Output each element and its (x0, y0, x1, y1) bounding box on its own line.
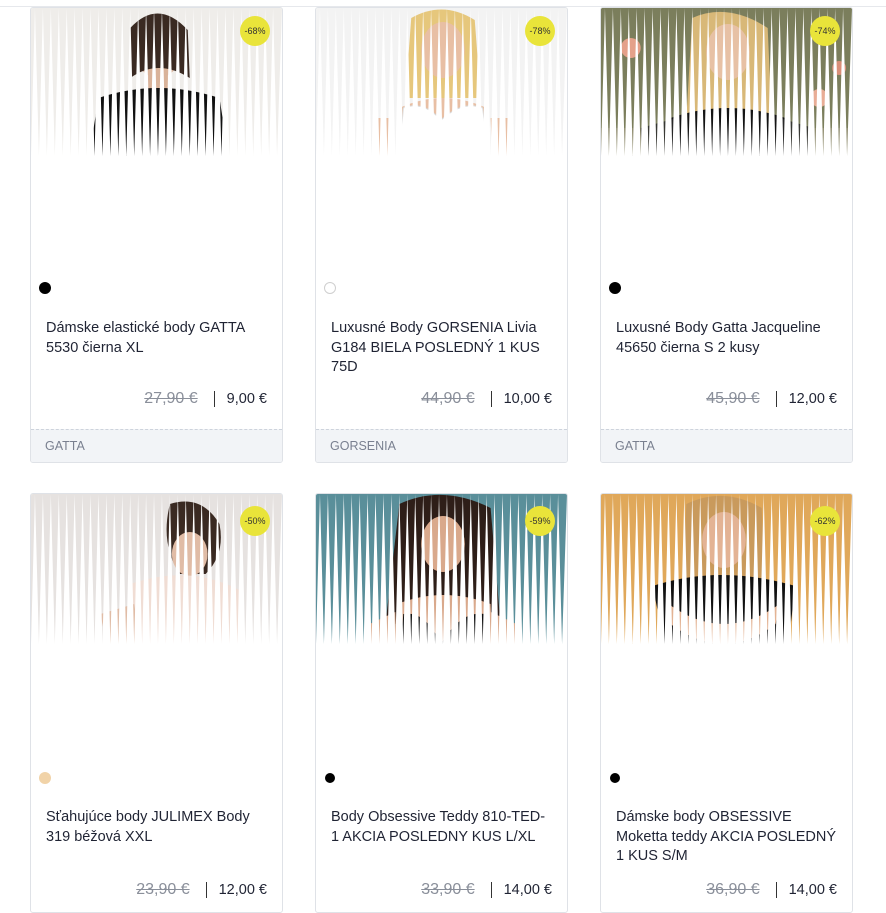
product-card[interactable]: -68% Dámske elastické body GATTA 5530 či… (30, 7, 283, 463)
product-image[interactable]: -50% (31, 494, 282, 794)
color-swatch[interactable] (609, 772, 621, 784)
product-title[interactable]: Luxusné Body Gatta Jacqueline 45650 čier… (616, 319, 838, 358)
current-price: 14,00 € (788, 882, 837, 898)
price-block: 36,90 € 14,00 € (706, 881, 837, 899)
product-title[interactable]: Dámske body OBSESSIVE Moketta teddy AKCI… (616, 808, 838, 867)
color-swatch[interactable] (609, 282, 621, 294)
product-title[interactable]: Body Obsessive Teddy 810-TED-1 AKCIA POS… (331, 808, 553, 847)
product-title[interactable]: Sťahujúce body JULIMEX Body 319 béžová X… (46, 808, 268, 847)
product-image[interactable]: -78% (316, 8, 567, 304)
color-swatch[interactable] (324, 772, 336, 784)
product-image[interactable]: -68% (31, 8, 282, 304)
price-separator (775, 391, 777, 407)
old-price: 45,90 € (706, 390, 760, 407)
price-block: 33,90 € 14,00 € (421, 881, 552, 899)
product-card[interactable]: -78% Luxusné Body GORSENIA Livia G184 BI… (315, 7, 568, 463)
current-price: 12,00 € (788, 391, 837, 407)
product-card[interactable]: -62% Dámske body OBSESSIVE Moketta teddy… (600, 493, 853, 913)
old-price: 23,90 € (136, 881, 190, 898)
discount-badge: -62% (810, 506, 840, 536)
price-block: 44,90 € 10,00 € (421, 390, 552, 408)
product-title[interactable]: Dámske elastické body GATTA 5530 čierna … (46, 319, 268, 358)
color-swatch[interactable] (39, 282, 51, 294)
price-block: 27,90 € 9,00 € (144, 390, 267, 408)
old-price: 27,90 € (144, 390, 198, 407)
discount-badge: -50% (240, 506, 270, 536)
current-price: 9,00 € (226, 391, 267, 407)
price-separator (775, 882, 777, 898)
current-price: 14,00 € (503, 882, 552, 898)
discount-badge: -74% (810, 16, 840, 46)
price-separator (205, 882, 207, 898)
price-separator (490, 882, 492, 898)
color-swatch[interactable] (39, 772, 51, 784)
color-swatch[interactable] (324, 282, 336, 294)
old-price: 36,90 € (706, 881, 760, 898)
brand-label[interactable]: GATTA (31, 429, 282, 462)
price-block: 23,90 € 12,00 € (136, 881, 267, 899)
product-title[interactable]: Luxusné Body GORSENIA Livia G184 BIELA P… (331, 319, 553, 378)
old-price: 44,90 € (421, 390, 475, 407)
old-price: 33,90 € (421, 881, 475, 898)
brand-label[interactable]: GATTA (601, 429, 852, 462)
discount-badge: -59% (525, 506, 555, 536)
current-price: 10,00 € (503, 391, 552, 407)
product-image[interactable]: -62% (601, 494, 852, 794)
price-block: 45,90 € 12,00 € (706, 390, 837, 408)
price-separator (490, 391, 492, 407)
current-price: 12,00 € (218, 882, 267, 898)
product-card[interactable]: -50% Sťahujúce body JULIMEX Body 319 béž… (30, 493, 283, 913)
product-image[interactable]: -59% (316, 494, 567, 794)
product-image[interactable]: -74% (601, 8, 852, 304)
discount-badge: -68% (240, 16, 270, 46)
product-card[interactable]: -74% Luxusné Body Gatta Jacqueline 45650… (600, 7, 853, 463)
product-card[interactable]: -59% Body Obsessive Teddy 810-TED-1 AKCI… (315, 493, 568, 913)
brand-label[interactable]: GORSENIA (316, 429, 567, 462)
price-separator (213, 391, 215, 407)
discount-badge: -78% (525, 16, 555, 46)
